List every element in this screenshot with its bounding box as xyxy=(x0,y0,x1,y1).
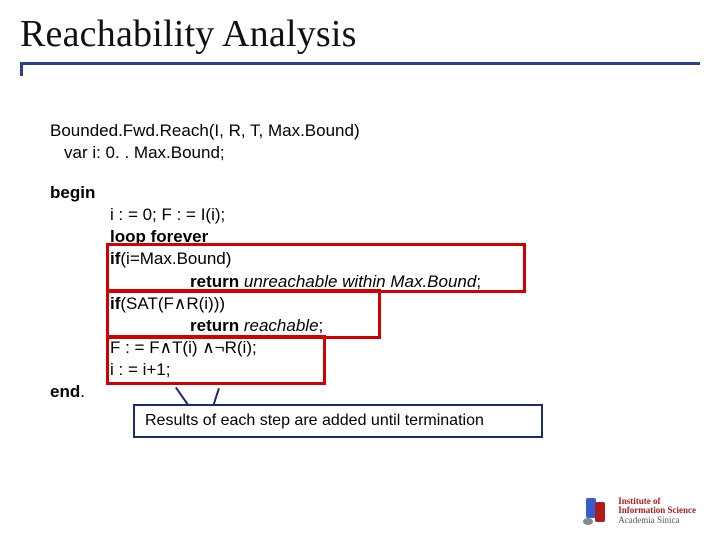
slide-title: Reachability Analysis xyxy=(20,12,700,56)
keyword-loop-forever: loop forever xyxy=(110,227,208,246)
if-maxbound-line: if(i=Max.Bound) xyxy=(50,248,670,270)
title-container: Reachability Analysis xyxy=(20,12,700,65)
keyword-if-1: if xyxy=(110,249,120,268)
return-reachable: reachable xyxy=(244,316,319,335)
return-unreachable-prefix: unreachable within xyxy=(244,272,390,291)
code-block: Bounded.Fwd.Reach(I, R, T, Max.Bound) va… xyxy=(50,120,670,403)
title-underline-tick xyxy=(20,62,23,76)
keyword-begin: begin xyxy=(50,182,670,204)
return-unreachable-line: return unreachable within Max.Bound; xyxy=(50,271,670,293)
return-unreachable-suffix: Max.Bound xyxy=(390,272,476,291)
footer-logo: Institute of Information Science Academi… xyxy=(580,496,696,526)
annotation-text: Results of each step are added until ter… xyxy=(145,412,484,429)
logo-line-3: Academia Sinica xyxy=(618,516,696,525)
keyword-end: end xyxy=(50,382,80,401)
loop-forever-line: loop forever xyxy=(50,226,670,248)
slide: Reachability Analysis Bounded.Fwd.Reach(… xyxy=(0,0,720,540)
keyword-return-1: return xyxy=(190,272,239,291)
declaration-line-2: var i: 0. . Max.Bound; xyxy=(50,142,670,164)
cond-sat: (SAT(F∧R(i))) xyxy=(120,294,225,313)
stmt-init: i : = 0; F : = I(i); xyxy=(50,204,670,226)
logo-text: Institute of Information Science Academi… xyxy=(618,497,696,525)
stmt-increment: i : = i+1; xyxy=(50,359,670,381)
stmt-update-f: F : = F∧T(i) ∧¬R(i); xyxy=(50,337,670,359)
keyword-return-2: return xyxy=(190,316,239,335)
end-period: . xyxy=(80,382,85,401)
return-reachable-line: return reachable; xyxy=(50,315,670,337)
declaration-line-1: Bounded.Fwd.Reach(I, R, T, Max.Bound) xyxy=(50,120,670,142)
end-line: end. xyxy=(50,381,670,403)
annotation-box: Results of each step are added until ter… xyxy=(133,404,543,438)
blank-line xyxy=(50,164,670,182)
semicolon-2: ; xyxy=(319,316,324,335)
if-sat-line: if(SAT(F∧R(i))) xyxy=(50,293,670,315)
logo-icon xyxy=(580,496,612,526)
cond-maxbound: (i=Max.Bound) xyxy=(120,249,231,268)
semicolon-1: ; xyxy=(476,272,481,291)
keyword-if-2: if xyxy=(110,294,120,313)
